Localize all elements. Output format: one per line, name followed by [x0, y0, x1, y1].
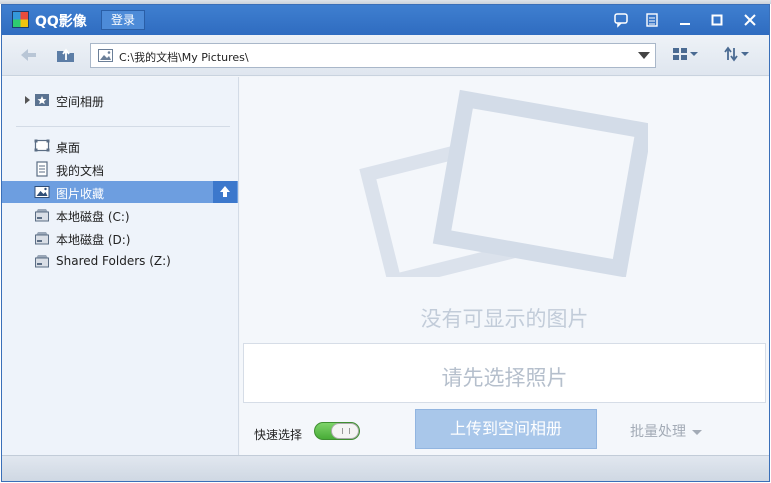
empty-state-text: 没有可显示的图片	[420, 307, 589, 331]
main-panel: 没有可显示的图片 请先选择照片 快速选择 上传到空间相册 批量处理	[240, 77, 769, 455]
sidebar-item-shared-folders[interactable]: Shared Folders (Z:)	[2, 250, 238, 272]
batch-process-button[interactable]: 批量处理	[630, 421, 702, 441]
toolbar: C:\我的文档\My Pictures\	[2, 35, 769, 76]
login-button[interactable]: 登录	[101, 10, 145, 30]
back-arrow-icon[interactable]	[17, 44, 41, 66]
quick-select-label: 快速选择	[254, 428, 303, 442]
sidebar-divider	[16, 126, 230, 127]
qq-image-window: QQ影像 登录 C:\我的文档\My Pictures\ 空间相册 桌面 我的文…	[1, 4, 770, 482]
sidebar: 空间相册 桌面 我的文档 图片收藏 本地磁盘 (C:) 本地磁盘 (D:) Sh…	[2, 77, 239, 455]
sidebar-item-disk-d[interactable]: 本地磁盘 (D:)	[2, 227, 238, 249]
app-title: QQ影像	[35, 14, 87, 30]
sidebar-item-desktop[interactable]: 桌面	[2, 135, 238, 157]
title-bar: QQ影像 登录	[2, 5, 769, 35]
sidebar-item-label: 本地磁盘 (C:)	[56, 210, 130, 224]
maximize-icon[interactable]	[707, 11, 727, 29]
album-icon	[35, 94, 49, 106]
minimize-icon[interactable]	[675, 11, 695, 29]
sidebar-item-label: Shared Folders (Z:)	[56, 254, 171, 268]
document-icon	[36, 161, 48, 177]
status-bar	[2, 455, 769, 481]
sidebar-item-picture-collection[interactable]: 图片收藏	[2, 181, 238, 203]
view-mode-button[interactable]	[672, 46, 698, 66]
disk-icon	[35, 209, 49, 222]
parent-folder-icon[interactable]	[54, 44, 78, 66]
close-icon[interactable]	[740, 11, 760, 29]
feedback-icon[interactable]	[611, 11, 631, 29]
sort-button[interactable]	[723, 46, 749, 66]
chevron-down-icon	[692, 429, 702, 435]
disk-icon	[35, 232, 49, 245]
grid-view-icon	[673, 47, 687, 60]
address-path: C:\我的文档\My Pictures\	[119, 51, 249, 64]
quick-select-toggle[interactable]	[314, 422, 360, 440]
select-hint-text: 请先选择照片	[441, 366, 568, 390]
sidebar-item-label: 本地磁盘 (D:)	[56, 233, 131, 247]
empty-photos-icon	[359, 89, 648, 277]
sidebar-item-disk-c[interactable]: 本地磁盘 (C:)	[2, 204, 238, 226]
upload-to-album-button[interactable]: 上传到空间相册	[415, 409, 597, 449]
app-logo-icon	[12, 11, 29, 28]
batch-process-label: 批量处理	[630, 424, 686, 440]
photo-select-area[interactable]: 请先选择照片	[243, 343, 766, 403]
sidebar-item-label: 图片收藏	[56, 187, 105, 201]
menu-icon[interactable]	[642, 11, 662, 29]
desktop-icon	[34, 139, 50, 152]
address-bar[interactable]: C:\我的文档\My Pictures\	[90, 43, 656, 68]
upload-arrow-icon[interactable]	[213, 181, 237, 203]
sidebar-item-label: 桌面	[56, 141, 81, 155]
picture-folder-icon	[98, 49, 113, 62]
toggle-knob	[331, 423, 359, 439]
disk-icon	[35, 255, 49, 268]
action-bar: 快速选择 上传到空间相册 批量处理	[240, 407, 769, 455]
sidebar-item-label: 我的文档	[56, 164, 105, 178]
expand-arrow-icon[interactable]	[25, 96, 30, 104]
picture-icon	[34, 186, 50, 198]
address-dropdown-icon[interactable]	[638, 52, 650, 59]
sort-icon	[724, 46, 738, 62]
sidebar-item-album[interactable]: 空间相册	[2, 89, 238, 111]
sidebar-item-my-documents[interactable]: 我的文档	[2, 158, 238, 180]
sidebar-item-label: 空间相册	[56, 95, 105, 109]
